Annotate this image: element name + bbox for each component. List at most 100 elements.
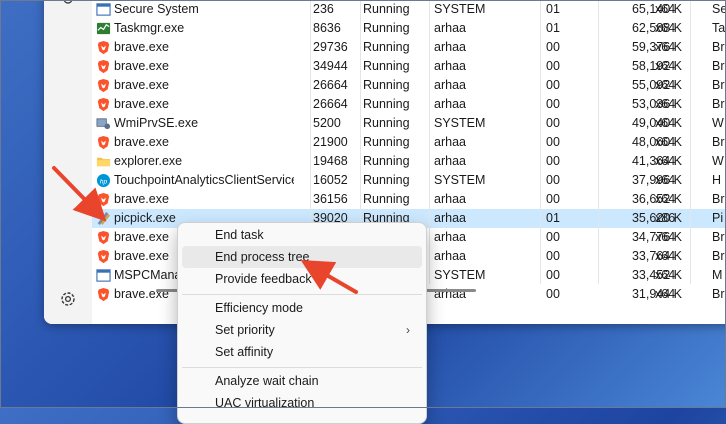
table-row[interactable]: brave.exe 21900 Running arhaa 00 48,060 Kx64 B… (92, 133, 726, 152)
hp-icon: hp (96, 173, 111, 188)
table-row[interactable]: Secure System 236 Running SYSTEM 01 65,140 Kx… (92, 0, 726, 19)
column-divider (690, 0, 691, 284)
cell-arch: x64 (655, 268, 676, 282)
cell-arch: x64 (655, 173, 676, 187)
gear-icon[interactable] (57, 0, 79, 12)
cell-desc: Ta (712, 21, 726, 35)
cell-name: brave.exe (114, 135, 169, 149)
cell-arch: x64 (655, 116, 676, 130)
brave-icon (96, 230, 111, 245)
chevron-right-icon: › (406, 323, 410, 337)
cell-arch: x64 (655, 287, 676, 301)
table-row[interactable]: brave.exe 26664 Running arhaa 00 55,092 Kx64 B… (92, 76, 726, 95)
cell-name: brave.exe (114, 78, 169, 92)
cell-desc: Br (712, 287, 725, 301)
cell-cpu: 00 (546, 230, 560, 244)
cell-desc: H (712, 173, 722, 187)
cell-user: arhaa (434, 21, 466, 35)
cell-arch: x64 (655, 135, 676, 149)
cell-arch: x64 (655, 249, 676, 263)
cell-user: arhaa (434, 230, 466, 244)
cell-cpu: 01 (546, 2, 560, 16)
cell-user: arhaa (434, 192, 466, 206)
table-row[interactable]: brave.exe 29736 Running arhaa 00 59,376 Kx64 B… (92, 38, 726, 57)
cell-status: Running (363, 21, 410, 35)
cell-status: Running (363, 78, 410, 92)
cell-status: Running (363, 97, 410, 111)
menu-uac-virtualization[interactable]: UAC virtualization (182, 392, 422, 414)
cell-arch: x64 (655, 97, 676, 111)
table-row[interactable]: brave.exe 34944 Running arhaa 00 58,192 Kx64 B… (92, 57, 726, 76)
brave-icon (96, 287, 111, 302)
cell-user: arhaa (434, 135, 466, 149)
table-row[interactable]: brave.exe 26664 Running arhaa 00 53,036 Kx64 B… (92, 95, 726, 114)
brave-icon (96, 59, 111, 74)
table-row[interactable]: brave.exe 36156 Running arhaa 00 36,652 Kx64 B… (92, 190, 726, 209)
menu-analyze-wait-chain[interactable]: Analyze wait chain (182, 370, 422, 392)
column-divider (540, 0, 541, 284)
table-row[interactable]: WmiPrvSE.exe 5200 Running SYSTEM 00 49,040 Kx… (92, 114, 726, 133)
cell-user: SYSTEM (434, 173, 486, 187)
cell-desc: Br (712, 230, 725, 244)
cell-cpu: 00 (546, 59, 560, 73)
brave-icon (96, 249, 111, 264)
cell-name: TouchpointAnalyticsClientService... (114, 173, 294, 187)
cell-desc: W (712, 116, 724, 130)
cell-cpu: 00 (546, 249, 560, 263)
cell-desc: Se (712, 2, 726, 16)
cell-name: brave.exe (114, 40, 169, 54)
cell-cpu: 01 (546, 211, 560, 225)
menu-provide-feedback[interactable]: Provide feedback (182, 268, 422, 290)
table-row[interactable]: Taskmgr.exe 8636 Running arhaa 01 62,588 Kx64… (92, 19, 726, 38)
context-menu: End task End process tree Provide feedba… (177, 222, 427, 424)
brave-icon (96, 78, 111, 93)
cell-cpu: 01 (546, 21, 560, 35)
system-window-icon (96, 268, 111, 283)
cell-arch: x64 (655, 21, 676, 35)
cell-desc: M (712, 268, 723, 282)
cell-desc: Br (712, 192, 725, 206)
cell-status: Running (363, 116, 410, 130)
cell-cpu: 00 (546, 135, 560, 149)
cell-name: explorer.exe (114, 154, 183, 168)
cell-cpu: 00 (546, 116, 560, 130)
menu-efficiency-mode[interactable]: Efficiency mode (182, 297, 422, 319)
cell-arch: x86 (655, 211, 676, 225)
cell-user: SYSTEM (434, 268, 486, 282)
cell-cpu: 00 (546, 287, 560, 301)
cell-arch: x64 (655, 59, 676, 73)
cell-status: Running (363, 2, 410, 16)
menu-set-affinity[interactable]: Set affinity (182, 341, 422, 363)
cell-desc: Br (712, 40, 725, 54)
cell-status: Running (363, 59, 410, 73)
table-row[interactable]: explorer.exe 19468 Running arhaa 00 41,364 Kx… (92, 152, 726, 171)
cell-name: brave.exe (114, 192, 169, 206)
cell-cpu: 00 (546, 97, 560, 111)
cell-desc: Br (712, 78, 725, 92)
menu-end-process-tree[interactable]: End process tree (182, 246, 422, 268)
table-row[interactable]: hp TouchpointAnalyticsClientService... 160… (92, 171, 726, 190)
cell-arch: x64 (655, 154, 676, 168)
cell-user: arhaa (434, 211, 466, 225)
cell-desc: W (712, 154, 724, 168)
column-divider (429, 0, 430, 284)
cell-status: Running (363, 192, 410, 206)
menu-separator (182, 367, 422, 368)
cell-cpu: 00 (546, 173, 560, 187)
brave-icon (96, 192, 111, 207)
cell-arch: x64 (655, 230, 676, 244)
system-window-icon (96, 2, 111, 17)
settings-icon[interactable] (57, 288, 79, 310)
cell-cpu: 00 (546, 78, 560, 92)
cell-desc: Pi (712, 211, 724, 225)
cell-name: WmiPrvSE.exe (114, 116, 199, 130)
cell-user: arhaa (434, 40, 466, 54)
menu-set-priority[interactable]: Set priority › (182, 319, 422, 341)
cell-status: Running (363, 154, 410, 168)
cell-arch: x64 (655, 40, 676, 54)
cell-cpu: 00 (546, 192, 560, 206)
menu-end-task[interactable]: End task (182, 224, 422, 246)
cell-user: arhaa (434, 249, 466, 263)
cell-status: Running (363, 173, 410, 187)
cell-user: arhaa (434, 78, 466, 92)
